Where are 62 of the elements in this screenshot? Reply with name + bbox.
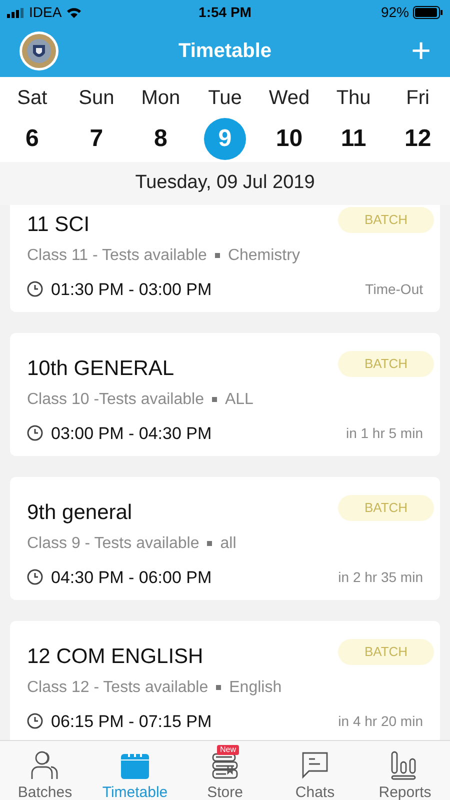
subject-label: Chemistry — [228, 246, 300, 266]
date-heading: Tuesday, 09 Jul 2019 — [135, 171, 315, 196]
weekday-label: Tue — [208, 86, 242, 111]
session-title: 9th general — [27, 500, 132, 526]
subject-label: all — [220, 534, 236, 554]
tab-button[interactable]: Chats — [270, 741, 360, 800]
session-title: 11 SCI — [27, 212, 90, 238]
screen-title: Timetable — [178, 40, 272, 62]
time-range: 04:30 PM - 06:00 PM — [51, 566, 213, 588]
class-info: Class 12 - Tests available — [27, 678, 208, 698]
session-card[interactable]: 10th GENERAL BATCH Class 10 -Tests available ALL 03:00 PM - 04:30 PM in 1 hr 5 min — [10, 333, 440, 456]
date-button[interactable]: 8 — [140, 118, 182, 160]
clock-icon — [27, 713, 43, 730]
class-info: Class 11 - Tests available — [27, 246, 207, 266]
date-button[interactable]: 10 — [268, 118, 310, 160]
weekday-label: Mon — [141, 86, 180, 111]
school-logo-icon — [19, 31, 59, 71]
subject-label: English — [229, 678, 282, 698]
tab-button[interactable]: New Store — [180, 741, 270, 800]
date-button[interactable]: 6 — [11, 118, 54, 160]
tab-button[interactable]: Reports — [360, 741, 450, 800]
batch-tag: BATCH — [338, 207, 434, 233]
session-card[interactable]: 11 SCI BATCH Class 11 - Tests available Chemistry 01:30 PM - 03:00 PM Time-Out — [10, 205, 440, 312]
wifi-icon — [66, 6, 82, 18]
time-status: in 1 hr 5 min — [346, 424, 423, 443]
new-badge: New — [217, 745, 240, 755]
time-status: Time-Out — [365, 280, 423, 299]
date-button[interactable]: 11 — [332, 118, 375, 160]
weekday-label: Sun — [78, 86, 114, 111]
time-range: 01:30 PM - 03:00 PM — [51, 278, 213, 300]
chat-icon — [300, 750, 330, 780]
class-info: Class 10 -Tests available — [27, 390, 204, 410]
weekday-label: Fri — [406, 86, 430, 111]
time-status: in 4 hr 20 min — [338, 712, 423, 731]
clock-icon — [27, 281, 43, 298]
session-card[interactable]: 9th general BATCH Class 9 - Tests available all 04:30 PM - 06:00 PM in 2 hr 35 min — [10, 477, 440, 600]
tab-button[interactable]: Batches — [0, 741, 90, 800]
calendar-icon — [120, 750, 150, 780]
clock-icon — [27, 569, 43, 586]
batch-tag: BATCH — [338, 495, 434, 521]
people-icon — [30, 750, 60, 780]
status-time: 1:54 PM — [198, 4, 252, 20]
date-button[interactable]: 12 — [396, 118, 439, 160]
session-title: 12 COM ENGLISH — [27, 644, 204, 670]
session-title: 10th GENERAL — [27, 356, 174, 382]
class-info: Class 9 - Tests available — [27, 534, 200, 554]
time-status: in 2 hr 35 min — [338, 568, 423, 587]
date-button[interactable]: 7 — [75, 118, 118, 160]
weekday-label: Thu — [336, 86, 371, 111]
clock-icon — [27, 425, 43, 442]
battery-percent: 92% — [380, 3, 409, 22]
time-range: 03:00 PM - 04:30 PM — [51, 422, 213, 444]
weekday-label: Sat — [17, 86, 48, 111]
signal-icon — [7, 8, 25, 18]
subject-label: ALL — [224, 390, 254, 410]
weekday-label: Wed — [268, 86, 310, 111]
session-card[interactable]: 12 COM ENGLISH BATCH Class 12 - Tests available English 06:15 PM - 07:15 PM in 4 hr 20 min — [10, 621, 440, 740]
battery-icon — [413, 6, 443, 19]
batch-tag: BATCH — [338, 639, 434, 665]
time-range: 06:15 PM - 07:15 PM — [51, 710, 213, 732]
batch-tag: BATCH — [338, 351, 434, 377]
carrier-name: IDEA — [29, 3, 62, 22]
